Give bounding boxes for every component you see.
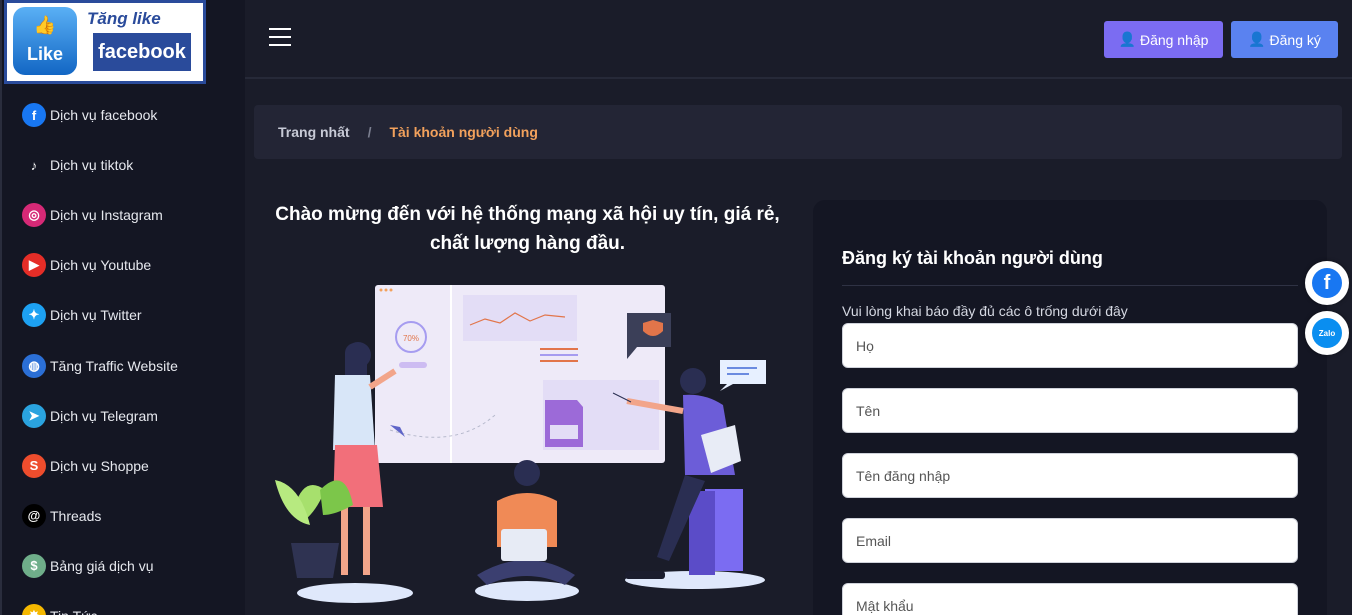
welcome-heading: Chào mừng đến với hệ thống mạng xã hội u… xyxy=(270,200,785,258)
like-logo-icon: 👍 Like xyxy=(13,7,77,75)
user-icon: 👤 xyxy=(1118,31,1136,47)
twitter-icon: ✦ xyxy=(22,303,46,328)
register-card: Đăng ký tài khoản người dùng Vui lòng kh… xyxy=(813,200,1327,615)
email-field[interactable] xyxy=(842,518,1298,563)
sidebar-item-label: Bảng giá dịch vụ xyxy=(50,557,154,574)
breadcrumb-current: Tài khoản người dùng xyxy=(389,124,538,140)
sidebar-item-shopee[interactable]: S Dịch vụ Shoppe xyxy=(22,441,242,491)
welcome-line-2: chất lượng hàng đầu. xyxy=(429,233,626,254)
sidebar-item-youtube[interactable]: ▶ Dịch vụ Youtube xyxy=(22,240,242,290)
sidebar-item-label: Dịch vụ Instagram xyxy=(50,207,163,224)
password-field[interactable] xyxy=(842,583,1298,615)
breadcrumb-home-link[interactable]: Trang nhất xyxy=(278,124,350,140)
logo-like-text: Like xyxy=(26,44,64,64)
sidebar-item-news[interactable]: ✸ Tin Tức xyxy=(22,591,242,615)
globe-icon: ◍ xyxy=(22,353,46,378)
sidebar-item-facebook[interactable]: f Dịch vụ facebook xyxy=(22,90,242,140)
logo-tang-like-text: Tăng like xyxy=(87,9,161,28)
menu-toggle-icon[interactable] xyxy=(269,28,291,48)
sidebar-item-label: Tăng Traffic Website xyxy=(50,357,178,374)
register-button-label: Đăng ký xyxy=(1269,31,1321,48)
last-name-field[interactable] xyxy=(842,323,1298,368)
register-instructions: Vui lòng khai báo đầy đủ các ô trống dướ… xyxy=(842,303,1128,319)
floating-zalo-button[interactable]: Zalo xyxy=(1305,311,1349,355)
sidebar-item-label: Dịch vụ Shoppe xyxy=(50,457,149,474)
breadcrumb: Trang nhất / Tài khoản người dùng xyxy=(254,105,1342,159)
youtube-icon: ▶ xyxy=(22,253,46,278)
sidebar-item-instagram[interactable]: ◎ Dịch vụ Instagram xyxy=(22,190,242,240)
logo-facebook-text: facebook xyxy=(98,41,186,63)
sidebar-item-label: Threads xyxy=(50,507,102,524)
facebook-icon: f xyxy=(1312,268,1342,298)
sidebar-item-twitter[interactable]: ✦ Dịch vụ Twitter xyxy=(22,290,242,340)
register-button[interactable]: 👤 Đăng ký xyxy=(1231,21,1338,58)
news-icon: ✸ xyxy=(22,603,46,615)
sidebar-nav: f Dịch vụ facebook ♪ Dịch vụ tiktok ◎ Dịch vụ… xyxy=(22,90,242,615)
sidebar-item-price-bag[interactable]: $ Bảng giá dịch vụ xyxy=(22,541,242,591)
login-button-label: Đăng nhập xyxy=(1139,31,1209,48)
username-field[interactable] xyxy=(842,453,1298,498)
facebook-icon: f xyxy=(22,103,46,128)
sidebar-item-label: Dịch vụ Twitter xyxy=(50,307,142,324)
first-name-field[interactable] xyxy=(842,388,1298,433)
breadcrumb-separator: / xyxy=(367,124,372,140)
sidebar-item-label: Dịch vụ Telegram xyxy=(50,407,158,424)
welcome-line-1: Chào mừng đến với hệ thống mạng xã hội u… xyxy=(275,204,780,225)
sidebar-item-label: Tin Tức xyxy=(50,608,98,615)
sidebar-item-label: Dịch vụ tiktok xyxy=(50,157,134,174)
zalo-icon: Zalo xyxy=(1312,318,1342,348)
instagram-icon: ◎ xyxy=(22,203,46,228)
user-plus-icon: 👤 xyxy=(1248,31,1266,47)
sidebar-item-threads[interactable]: @ Threads xyxy=(22,491,242,541)
sidebar-item-label: Dịch vụ Youtube xyxy=(50,257,152,274)
login-button[interactable]: 👤 Đăng nhập xyxy=(1104,21,1223,58)
floating-facebook-button[interactable]: f xyxy=(1305,261,1349,305)
card-divider xyxy=(842,285,1298,286)
register-title: Đăng ký tài khoản người dùng xyxy=(842,248,1103,268)
top-header: 👤 Đăng nhập 👤 Đăng ký xyxy=(245,0,1352,79)
shopee-icon: S xyxy=(22,453,46,478)
sidebar-item-telegram[interactable]: ➤ Dịch vụ Telegram xyxy=(22,391,242,441)
sidebar: 👍 Like Tăng like facebook f Dịch vụ faceb… xyxy=(0,0,245,615)
sidebar-item-label: Dịch vụ facebook xyxy=(50,107,158,124)
sidebar-item-globe[interactable]: ◍ Tăng Traffic Website xyxy=(22,340,242,390)
team-illustration: 70% xyxy=(275,285,766,603)
sidebar-item-tiktok[interactable]: ♪ Dịch vụ tiktok xyxy=(22,140,242,190)
threads-icon: @ xyxy=(22,503,46,528)
site-logo[interactable]: 👍 Like Tăng like facebook xyxy=(4,0,206,84)
tiktok-icon: ♪ xyxy=(22,153,46,178)
logo-facebook-bar: facebook xyxy=(93,33,191,71)
price-bag-icon: $ xyxy=(22,553,46,578)
progress-label: 70% xyxy=(403,334,419,343)
telegram-icon: ➤ xyxy=(22,403,46,428)
